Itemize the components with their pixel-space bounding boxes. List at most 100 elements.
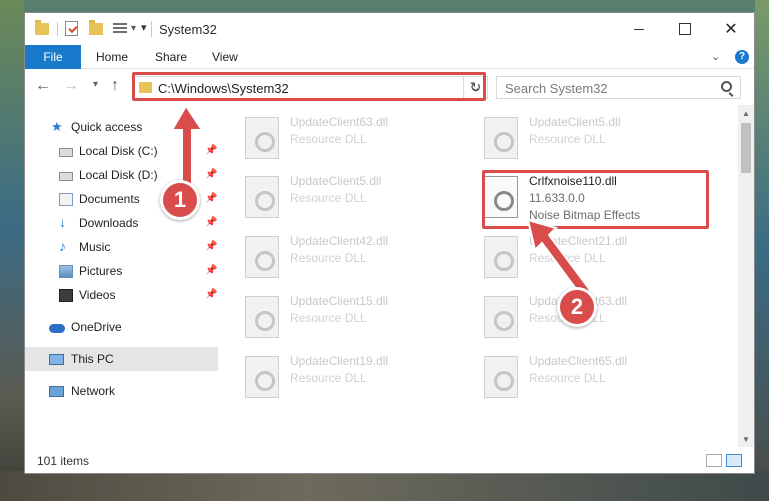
dll-gear-icon (245, 356, 279, 398)
sidebar-item-pictures[interactable]: Pictures 📌 (25, 259, 218, 283)
file-description: Resource DLL (290, 251, 367, 265)
file-item[interactable]: UpdateClient63.dll Resource DLL (484, 294, 710, 346)
star-icon: ★ (51, 119, 63, 134)
monitor-icon (49, 354, 64, 365)
scrollbar-thumb[interactable] (741, 123, 751, 173)
step-2-badge: 2 (557, 287, 597, 327)
maximize-button[interactable] (662, 13, 708, 45)
file-item[interactable]: UpdateClient65.dll Resource DLL (484, 354, 710, 406)
sidebar-item-music[interactable]: ♪ Music 📌 (25, 235, 218, 259)
title-divider (151, 21, 152, 37)
pin-icon[interactable]: 📌 (205, 145, 217, 156)
file-name: UpdateClient65.dll (529, 354, 628, 368)
sidebar-item-label: Network (71, 384, 116, 398)
file-name: UpdateClient5.dll (290, 174, 382, 188)
scroll-down-arrow-icon[interactable]: ▼ (742, 435, 750, 444)
details-view-icon[interactable] (706, 454, 722, 467)
music-note-icon: ♪ (59, 238, 66, 254)
dll-gear-icon (484, 296, 518, 338)
file-name: UpdateClient63.dll (290, 115, 389, 129)
file-description: Resource DLL (529, 132, 606, 146)
sidebar-item-local-disk-c[interactable]: Local Disk (C:) 📌 (25, 139, 218, 163)
file-item[interactable]: UpdateClient5.dll Resource DLL (484, 115, 710, 167)
status-bar: 101 items (25, 447, 754, 473)
dll-gear-icon (245, 176, 279, 218)
address-bar-highlight-box (132, 72, 486, 101)
sidebar-item-this-pc[interactable]: This PC (25, 347, 218, 371)
large-icons-view-icon[interactable] (726, 454, 742, 467)
help-icon[interactable]: ? (735, 50, 749, 64)
new-folder-icon[interactable] (89, 20, 103, 35)
drive-icon (59, 148, 73, 157)
file-item[interactable]: UpdateClient63.dll Resource DLL (245, 115, 471, 167)
dll-gear-icon (245, 117, 279, 159)
file-name: UpdateClient15.dll (290, 294, 389, 308)
pin-icon[interactable]: 📌 (205, 289, 217, 300)
sidebar-item-label: Music (79, 240, 111, 254)
sidebar-item-label: Downloads (79, 216, 139, 230)
film-icon (59, 289, 73, 302)
forward-arrow-icon[interactable]: → (63, 77, 79, 95)
properties-checkmark-icon[interactable] (65, 21, 78, 36)
tab-share[interactable]: Share (155, 45, 187, 69)
search-input[interactable]: Search System32 (496, 76, 741, 99)
pin-icon[interactable]: 📌 (205, 169, 217, 180)
file-item[interactable]: UpdateClient19.dll Resource DLL (245, 354, 471, 406)
desktop-background-left (0, 0, 24, 501)
rename-list-icon[interactable] (113, 23, 127, 35)
sidebar-item-label: Pictures (79, 264, 123, 278)
window-title: System32 (159, 22, 217, 37)
file-description: Resource DLL (290, 371, 367, 385)
sidebar-item-quick-access[interactable]: ★ Quick access (25, 115, 218, 139)
file-item[interactable]: UpdateClient21.dll Resource DLL (484, 234, 710, 286)
dll-gear-icon (484, 236, 518, 278)
desktop-background-right (755, 0, 769, 501)
file-highlight-box (482, 170, 709, 229)
sidebar-item-label: Videos (79, 288, 116, 302)
sidebar-item-label: This PC (71, 352, 114, 366)
file-item[interactable]: UpdateClient5.dll Resource DLL (245, 174, 471, 226)
pictures-icon (59, 265, 73, 278)
navigation-pane: ★ Quick access Local Disk (C:) 📌 Local D… (25, 105, 218, 447)
ribbon-tabs: File Home Share View ⌄ ? (25, 45, 754, 69)
dll-gear-icon (484, 117, 518, 159)
item-count: 101 items (37, 454, 90, 468)
title-bar: ▾ ▾ System32 ✕ (25, 13, 754, 45)
pin-icon[interactable]: 📌 (205, 217, 217, 228)
up-arrow-icon[interactable]: ↑ (111, 77, 119, 95)
sidebar-item-network[interactable]: Network (25, 379, 218, 403)
file-name: UpdateClient5.dll (529, 115, 621, 129)
tab-home[interactable]: Home (96, 45, 128, 69)
expand-ribbon-chevron-icon[interactable]: ⌄ (711, 50, 720, 63)
customize-toolbar-icon[interactable]: ▾ (141, 21, 147, 34)
tab-view[interactable]: View (212, 45, 238, 69)
back-arrow-icon[interactable]: ← (35, 77, 51, 95)
file-description: Resource DLL (290, 132, 367, 146)
dll-gear-icon (245, 236, 279, 278)
pin-icon[interactable]: 📌 (205, 265, 217, 276)
tab-file[interactable]: File (25, 45, 81, 69)
sidebar-item-label: Local Disk (C:) (79, 144, 158, 158)
close-button[interactable]: ✕ (708, 13, 754, 45)
scroll-up-arrow-icon[interactable]: ▲ (742, 109, 750, 118)
recent-locations-chevron-icon[interactable]: ▾ (93, 79, 98, 90)
step-1-badge: 1 (160, 180, 200, 220)
file-item[interactable]: UpdateClient15.dll Resource DLL (245, 294, 471, 346)
file-description: Resource DLL (529, 371, 606, 385)
pin-icon[interactable]: 📌 (205, 241, 217, 252)
sidebar-item-label: Quick access (71, 120, 143, 134)
pin-icon[interactable]: 📌 (205, 193, 217, 204)
sidebar-item-onedrive[interactable]: OneDrive (25, 315, 218, 339)
network-icon (49, 386, 64, 397)
minimize-button[interactable] (616, 13, 662, 45)
file-description: Resource DLL (290, 311, 367, 325)
file-item[interactable]: UpdateClient42.dll Resource DLL (245, 234, 471, 286)
vertical-scrollbar[interactable]: ▲ ▼ (738, 105, 754, 447)
quick-access-dropdown-icon[interactable]: ▾ (131, 23, 136, 34)
search-icon (721, 81, 732, 92)
sidebar-item-videos[interactable]: Videos 📌 (25, 283, 218, 307)
desktop-background-bottom (0, 471, 769, 501)
file-description: Resource DLL (290, 191, 367, 205)
cloud-icon (49, 324, 65, 333)
search-placeholder[interactable]: Search System32 (505, 81, 608, 96)
